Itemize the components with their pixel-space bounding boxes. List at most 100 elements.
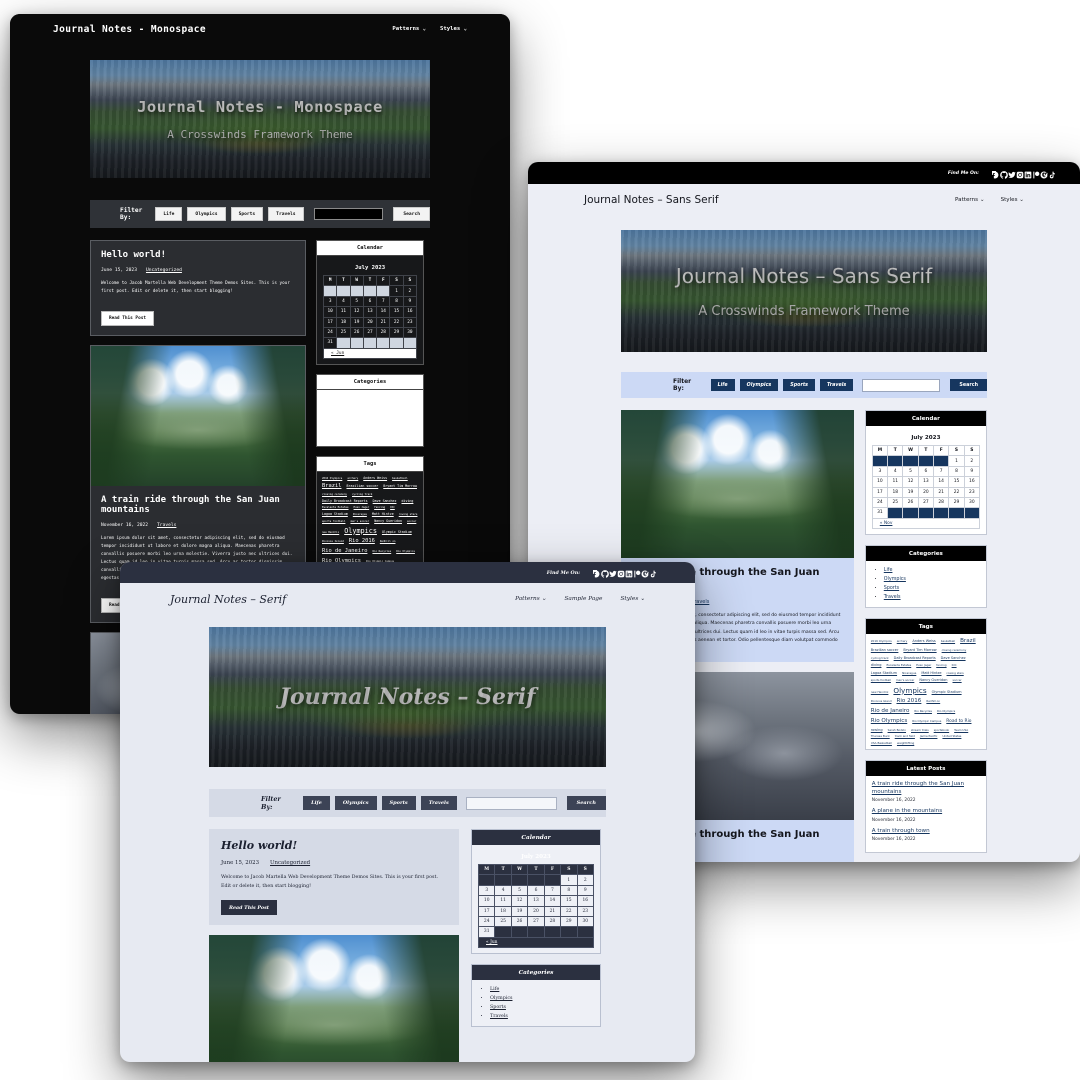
tag-link[interactable]: cycling track	[352, 493, 372, 496]
tag-link[interactable]: Rio Recycles	[914, 709, 932, 713]
calendar-day[interactable]: 8	[948, 465, 965, 478]
instagram-icon[interactable]	[617, 570, 625, 578]
calendar-day[interactable]: 24	[477, 915, 496, 928]
calendar-day[interactable]: 12	[349, 306, 364, 318]
tag-link[interactable]: Anders Weiss	[363, 476, 387, 480]
mono-search-button[interactable]: Search	[393, 207, 430, 221]
calendar-day[interactable]: 12	[902, 476, 919, 488]
calendar-day[interactable]: 5	[349, 295, 364, 308]
calendar-day[interactable]: 28	[933, 496, 950, 509]
tag-link[interactable]: rowing stars	[947, 671, 964, 675]
tag-link[interactable]: Nancy Gueridon	[919, 678, 947, 682]
calendar-day[interactable]: 10	[322, 306, 338, 318]
calendar-day[interactable]: 14	[543, 895, 562, 907]
calendar-day[interactable]: 8	[560, 884, 578, 897]
tag-link[interactable]: IOC	[390, 506, 395, 509]
calendar-day[interactable]: 6	[527, 884, 545, 897]
calendar-day[interactable]: 19	[510, 905, 529, 917]
calendar-day[interactable]: 22	[560, 905, 578, 917]
calendar-day[interactable]: 28	[543, 915, 562, 928]
serif-post-hello-world[interactable]: Hello world! June 15, 2023 Uncategorized…	[209, 829, 459, 926]
serif-read-post-button[interactable]: Read This Post	[221, 900, 278, 916]
tag-link[interactable]: Olympic Stadium	[382, 530, 412, 534]
mono-read-post-button[interactable]: Read This Post	[101, 310, 155, 326]
calendar-day[interactable]: 31	[477, 926, 496, 938]
category-link[interactable]: Travels	[335, 424, 355, 429]
tag-link[interactable]: soccer	[953, 678, 962, 682]
patreon-icon[interactable]	[633, 570, 641, 578]
serif-nav-sample-page[interactable]: Sample Page	[564, 596, 602, 602]
linkedin-icon[interactable]	[625, 570, 633, 578]
tag-link[interactable]: Matt Hintze	[372, 512, 394, 516]
tag-link[interactable]: Bryant Tim Morrow	[903, 648, 936, 652]
serif-nav-styles[interactable]: Styles ⌄	[620, 596, 645, 602]
calendar-day[interactable]: 12	[510, 895, 529, 907]
tag-link[interactable]: Poconos Island	[871, 699, 892, 703]
category-item[interactable]: Travels	[335, 422, 417, 431]
calendar-day[interactable]: 19	[902, 486, 919, 498]
tag-link[interactable]: weightlifting	[897, 741, 914, 745]
tag-link[interactable]: Rio Olympics	[871, 718, 907, 725]
mono-post-category[interactable]: Uncategorized	[146, 268, 182, 273]
serif-post-train-ride[interactable]	[209, 935, 459, 1062]
calendar-day[interactable]: 22	[948, 486, 965, 498]
tag-link[interactable]: Even Jager	[916, 663, 931, 667]
calendar-day[interactable]: 28	[376, 326, 391, 339]
tag-link[interactable]: Escalante Estates	[322, 506, 349, 509]
tag-link[interactable]: fencing	[936, 663, 946, 667]
calendar-day[interactable]: 20	[527, 905, 545, 917]
tag-link[interactable]: fencing	[374, 506, 385, 509]
calendar-day[interactable]: 18	[887, 486, 904, 498]
category-link[interactable]: Sports	[335, 415, 352, 420]
mono-filter-sports[interactable]: Sports	[230, 207, 264, 221]
calendar-day[interactable]: 13	[527, 895, 545, 907]
mono-nav-styles[interactable]: Styles ⌄	[440, 26, 467, 32]
calendar-day[interactable]: 9	[576, 884, 595, 897]
category-link[interactable]: Sports	[490, 1005, 506, 1010]
serif-post-category[interactable]: Uncategorized	[270, 860, 310, 866]
sans-nav-patterns[interactable]: Patterns ⌄	[955, 197, 985, 203]
mono-post-category[interactable]: Travels	[157, 523, 176, 528]
tag-link[interactable]: track and field	[895, 734, 915, 738]
tag-link[interactable]: Rio Olympic Campus	[912, 719, 941, 723]
instagram-icon[interactable]	[1016, 171, 1024, 179]
tag-link[interactable]: Theresa Buck	[871, 734, 890, 738]
calendar-day[interactable]: 20	[917, 486, 935, 498]
calendar-day[interactable]: 26	[510, 915, 529, 928]
tag-link[interactable]: new Hendrix	[871, 690, 889, 694]
latest-post-link[interactable]: A train ride through the San Juan mounta…	[872, 781, 980, 796]
calendar-day[interactable]: 30	[576, 915, 595, 928]
sans-search-button[interactable]: Search	[950, 378, 987, 392]
mono-post-title[interactable]: A train ride through the San Juan mounta…	[101, 495, 295, 515]
category-link[interactable]: Life	[490, 987, 499, 992]
category-link[interactable]: Life	[884, 568, 893, 573]
calendar-table[interactable]: July 2023 MTWTFSS 1 2 3 4 5 6 7 8 9 10 11 12 13 14 15 1…	[477, 850, 595, 949]
calendar-day[interactable]: 22	[389, 316, 404, 328]
latest-post-link[interactable]: A plane in the mountains	[872, 808, 980, 816]
tag-link[interactable]: Even Jager	[354, 506, 370, 509]
tag-link[interactable]: Rio 2016	[896, 698, 921, 705]
tag-link[interactable]: Nicaragua	[902, 671, 916, 675]
tag-link[interactable]: Lagoa Stadium	[322, 512, 348, 516]
category-item[interactable]: Travels	[490, 1012, 594, 1021]
calendar-day[interactable]: 2	[402, 285, 418, 297]
calendar-day[interactable]: 15	[948, 476, 965, 488]
category-link[interactable]: Life	[335, 397, 347, 402]
sans-filter-life[interactable]: Life	[710, 379, 735, 391]
sans-search-input[interactable]	[862, 378, 941, 392]
tag-link[interactable]: Brazilian soccer	[346, 484, 378, 488]
calendar-day[interactable]: 15	[560, 895, 578, 907]
category-item[interactable]: Travels	[884, 593, 980, 602]
tag-link[interactable]: men's soccer	[350, 520, 369, 523]
mono-search-input[interactable]	[313, 208, 384, 220]
calendar-day[interactable]: 10	[871, 476, 889, 488]
calendar-day[interactable]: 9	[402, 295, 418, 308]
calendar-day[interactable]: 29	[560, 915, 578, 928]
category-item[interactable]: Olympics	[335, 404, 417, 413]
calendar-day[interactable]: 30	[963, 496, 981, 509]
category-item[interactable]: Uncategorized	[335, 431, 417, 440]
mono-filter-olympics[interactable]: Olympics	[187, 207, 226, 221]
calendar-day[interactable]: 20	[362, 316, 378, 328]
tiktok-icon[interactable]	[649, 570, 657, 578]
category-item[interactable]: Life	[884, 566, 980, 575]
